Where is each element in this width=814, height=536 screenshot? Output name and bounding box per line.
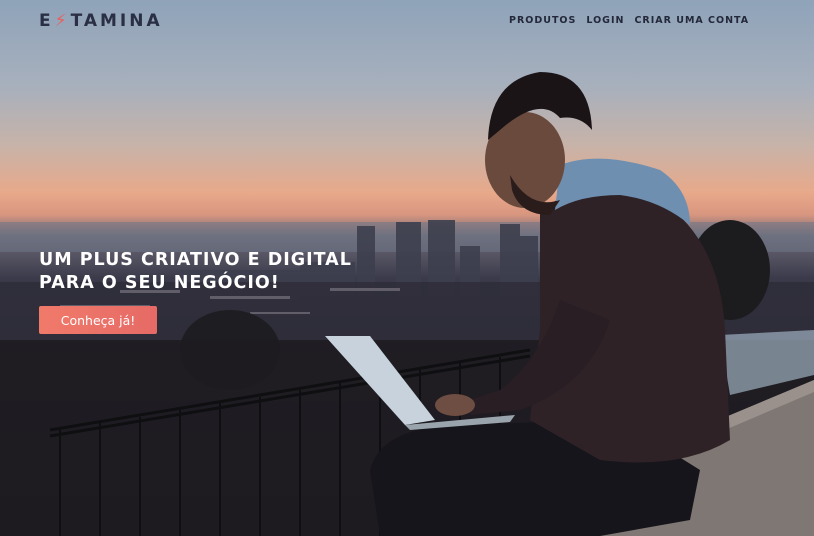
main-nav: PRODUTOS LOGIN CRIAR UMA CONTA (509, 15, 749, 26)
lightning-bolt-icon: ⚡︎ (54, 11, 70, 31)
cta-button[interactable]: Conheça já! (39, 306, 157, 334)
hero-headline-line-2: PARA O SEU NEGÓCIO! (39, 273, 280, 293)
hero-headline-line-1: UM PLUS CRIATIVO E DIGITAL (39, 250, 352, 270)
hero-headline: UM PLUS CRIATIVO E DIGITAL PARA O SEU NE… (39, 249, 359, 295)
logo-wordmark: TAMINA (70, 11, 163, 31)
logo-letter-e: E (39, 11, 54, 31)
nav-link-criar-conta[interactable]: CRIAR UMA CONTA (634, 15, 749, 26)
nav-link-produtos[interactable]: PRODUTOS (509, 15, 576, 26)
brand-logo[interactable]: E ⚡︎ TAMINA (39, 11, 163, 31)
nav-link-login[interactable]: LOGIN (586, 15, 624, 26)
